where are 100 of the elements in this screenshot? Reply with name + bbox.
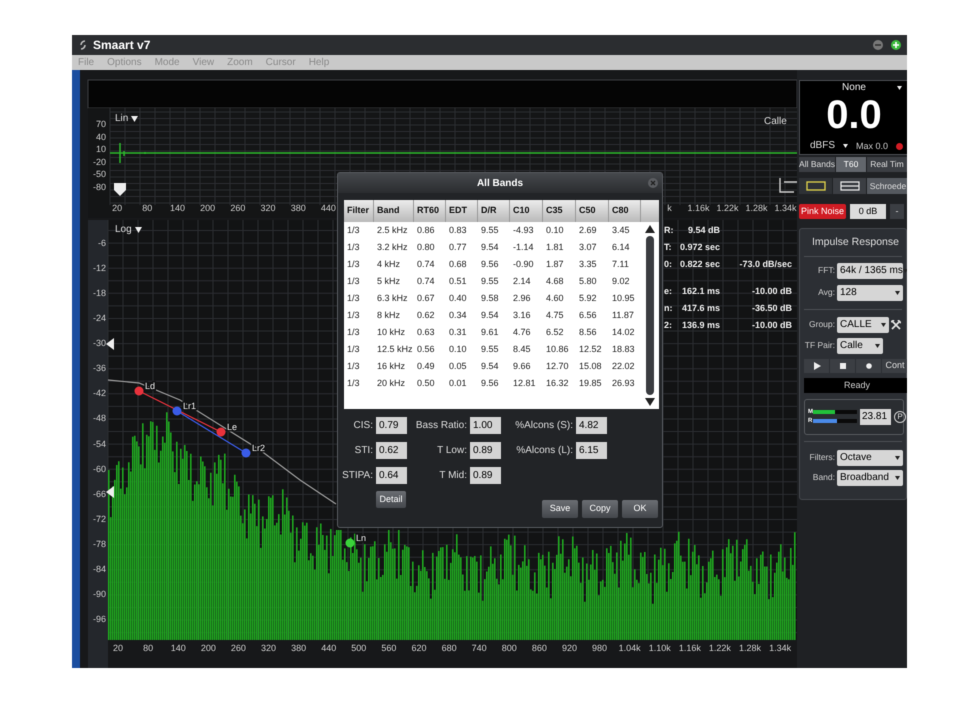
polarity-button[interactable]: P: [894, 410, 906, 422]
maximize-icon[interactable]: [891, 40, 901, 50]
table-cell-text: 9.55: [480, 224, 500, 237]
axis-label: -42: [92, 387, 106, 400]
table-cell-text: 2.96: [512, 292, 532, 305]
layout-button[interactable]: [833, 178, 866, 194]
axis-label: 10: [96, 143, 106, 156]
table-cell-text: 12.5 kHz: [376, 343, 414, 356]
table-cell-text: 0.86: [416, 224, 436, 237]
layout-button[interactable]: [799, 178, 832, 194]
table-cell-text: 1/3: [346, 309, 361, 322]
table-cell-text: 1/3: [346, 343, 361, 356]
table-cell-text: 11.87: [611, 309, 635, 322]
dialog-button[interactable]: OK: [622, 500, 658, 518]
readout-label: R:: [664, 224, 672, 237]
dropdown[interactable]: Calle: [837, 338, 883, 354]
delay-field[interactable]: 23.81: [860, 408, 891, 424]
table-cell-text: 0.63: [416, 326, 436, 339]
metric-label: %Alcons (S):: [515, 419, 573, 433]
table-cell-text: 4.60: [545, 292, 565, 305]
axis-label: -30: [92, 337, 106, 350]
dropdown-value: 64k / 1365 ms: [840, 264, 903, 278]
metric-value-field: 1.00: [470, 417, 501, 434]
axis-label: 380: [290, 202, 307, 214]
table-cell-text: 16 kHz: [376, 360, 406, 373]
view-tab[interactable]: Real Tim: [867, 157, 907, 172]
scale-label[interactable]: Lin: [115, 114, 128, 124]
view-tab[interactable]: All Bands: [799, 157, 835, 172]
table-cell-text: 1/3: [346, 275, 361, 288]
cursor-dot[interactable]: [172, 406, 182, 416]
dropdown-value: 128: [840, 286, 857, 300]
table-cell-text: 6.3 kHz: [376, 292, 409, 305]
readout-value: -36.50 dB: [750, 302, 792, 315]
scale-label[interactable]: Log: [115, 225, 132, 235]
table-cell-text: 14.02: [611, 326, 636, 339]
table-cell-text: 9.66: [512, 360, 532, 373]
table-cell-text: 5 kHz: [376, 275, 402, 288]
trace-label: Calle: [764, 117, 787, 127]
axis-label: 140: [170, 642, 187, 654]
axis-label: -78: [92, 538, 106, 551]
handle-icon[interactable]: [106, 338, 114, 350]
single-pane-icon: [806, 181, 826, 191]
cursor-dot[interactable]: [216, 428, 226, 436]
axis-label: 200: [199, 202, 216, 214]
minimize-icon[interactable]: [873, 40, 883, 50]
axis-label: 20: [112, 642, 124, 654]
dropdown[interactable]: CALLE: [837, 316, 889, 332]
detail-button[interactable]: Detail: [376, 491, 406, 508]
close-icon[interactable]: [648, 178, 658, 188]
table-cell-text: 9.54: [480, 360, 500, 373]
generator-button[interactable]: Pink Noise: [799, 204, 846, 219]
gain-field[interactable]: 0 dB: [850, 204, 886, 219]
view-tab[interactable]: T60: [836, 157, 866, 172]
table-cell-text: 10 kHz: [376, 326, 406, 339]
table-cell-text: 0.01: [448, 377, 468, 390]
transport-button[interactable]: [830, 358, 855, 372]
cursor-dot[interactable]: [346, 538, 354, 548]
axis-label: -50: [92, 168, 106, 180]
axis-label: -66: [92, 488, 106, 501]
handle-icon[interactable]: [114, 183, 126, 196]
metric-label: Bass Ratio:: [416, 419, 467, 433]
dialog-button[interactable]: Save: [542, 500, 578, 518]
dialog-button[interactable]: Copy: [582, 500, 618, 518]
stop-icon: [838, 362, 846, 370]
axis-label: 1.16k: [686, 202, 711, 214]
readout-value: 0.822 sec: [678, 258, 720, 271]
table-cell-text: 16.32: [545, 377, 570, 390]
axis-label: 440: [320, 642, 338, 654]
tools-icon[interactable]: [891, 320, 901, 330]
dropdown[interactable]: Octave: [837, 450, 903, 466]
dropdown[interactable]: Broadband: [837, 470, 903, 486]
table-cell-text: 0.05: [448, 360, 468, 373]
axis-label: 1.22k: [715, 202, 740, 214]
step-button[interactable]: -: [890, 204, 904, 219]
meter-value: 0.0: [826, 95, 882, 135]
dropdown[interactable]: 128: [837, 284, 903, 300]
axis-label: -80: [92, 180, 106, 193]
scroll-up-icon[interactable]: [645, 225, 655, 233]
axis-label: -90: [92, 588, 106, 602]
axis-label: 200: [200, 642, 217, 654]
metric-label: T Low:: [437, 444, 467, 458]
dropdown-value: Broadband: [840, 471, 889, 485]
transport-button[interactable]: Cont: [882, 358, 907, 372]
table-cell-text: -0.90: [512, 258, 535, 271]
transport-button[interactable]: [856, 358, 881, 372]
scrollbar-thumb[interactable]: [646, 236, 654, 395]
metric-value-field: 0.89: [470, 442, 501, 459]
table-cell-text: 4.76: [512, 326, 532, 339]
meter-source[interactable]: None: [842, 83, 866, 93]
handle-icon[interactable]: [106, 486, 114, 498]
transport-button[interactable]: [804, 358, 829, 372]
table-cell-text: 9.61: [480, 326, 500, 339]
table-cell-text: 1/3: [346, 224, 361, 237]
layout-button[interactable]: Schroede: [867, 178, 907, 194]
axis-label: 260: [229, 202, 246, 214]
meter-unit: dBFS: [810, 141, 836, 151]
cursor-dot[interactable]: [134, 386, 144, 396]
axis-label: -36: [92, 362, 106, 376]
cursor-dot[interactable]: [242, 448, 250, 458]
scroll-down-icon[interactable]: [645, 398, 655, 406]
